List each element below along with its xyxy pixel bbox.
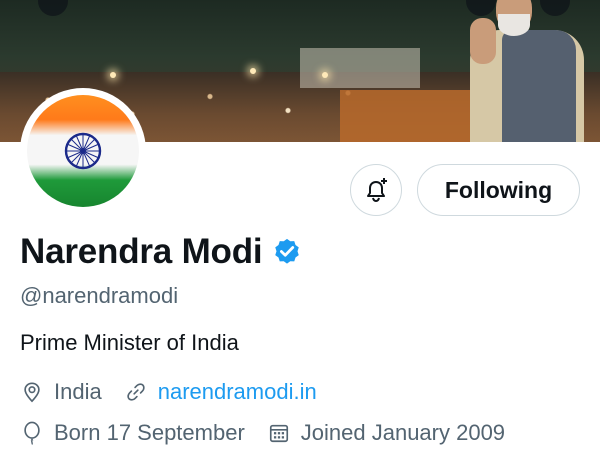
link-icon [124,380,148,404]
display-name: Narendra Modi [20,232,263,271]
banner-lamp [322,72,328,78]
banner-person [462,0,588,142]
banner-building [300,48,420,88]
website-link[interactable]: narendramodi.in [158,379,317,405]
profile-joined-date: Joined January 2009 [300,420,506,445]
profile-meta-row: Born 17 September Joined January 2009 [20,420,505,446]
following-button[interactable]: Following [417,164,580,216]
banner-lamp [250,68,256,74]
banner-lamp [110,72,116,78]
profile-birthday: Born 17 September [54,420,245,445]
back-button[interactable] [38,0,68,16]
ashoka-chakra-icon [64,132,102,170]
notifications-button[interactable] [350,164,402,216]
profile-name: Narendra Modi [20,232,302,272]
calendar-icon [267,421,291,445]
balloon-icon [20,421,44,445]
bell-plus-icon [367,178,387,203]
profile-location: India [54,379,102,404]
profile-bio: Prime Minister of India [20,330,239,355]
profile-meta-row: India narendramodi.in [20,379,317,405]
location-pin-icon [20,380,44,404]
avatar-flag-image [27,95,139,207]
banner-stage [340,90,480,142]
verified-badge-icon[interactable] [272,237,302,267]
profile-handle: @narendramodi [20,283,179,308]
avatar[interactable] [20,88,146,214]
